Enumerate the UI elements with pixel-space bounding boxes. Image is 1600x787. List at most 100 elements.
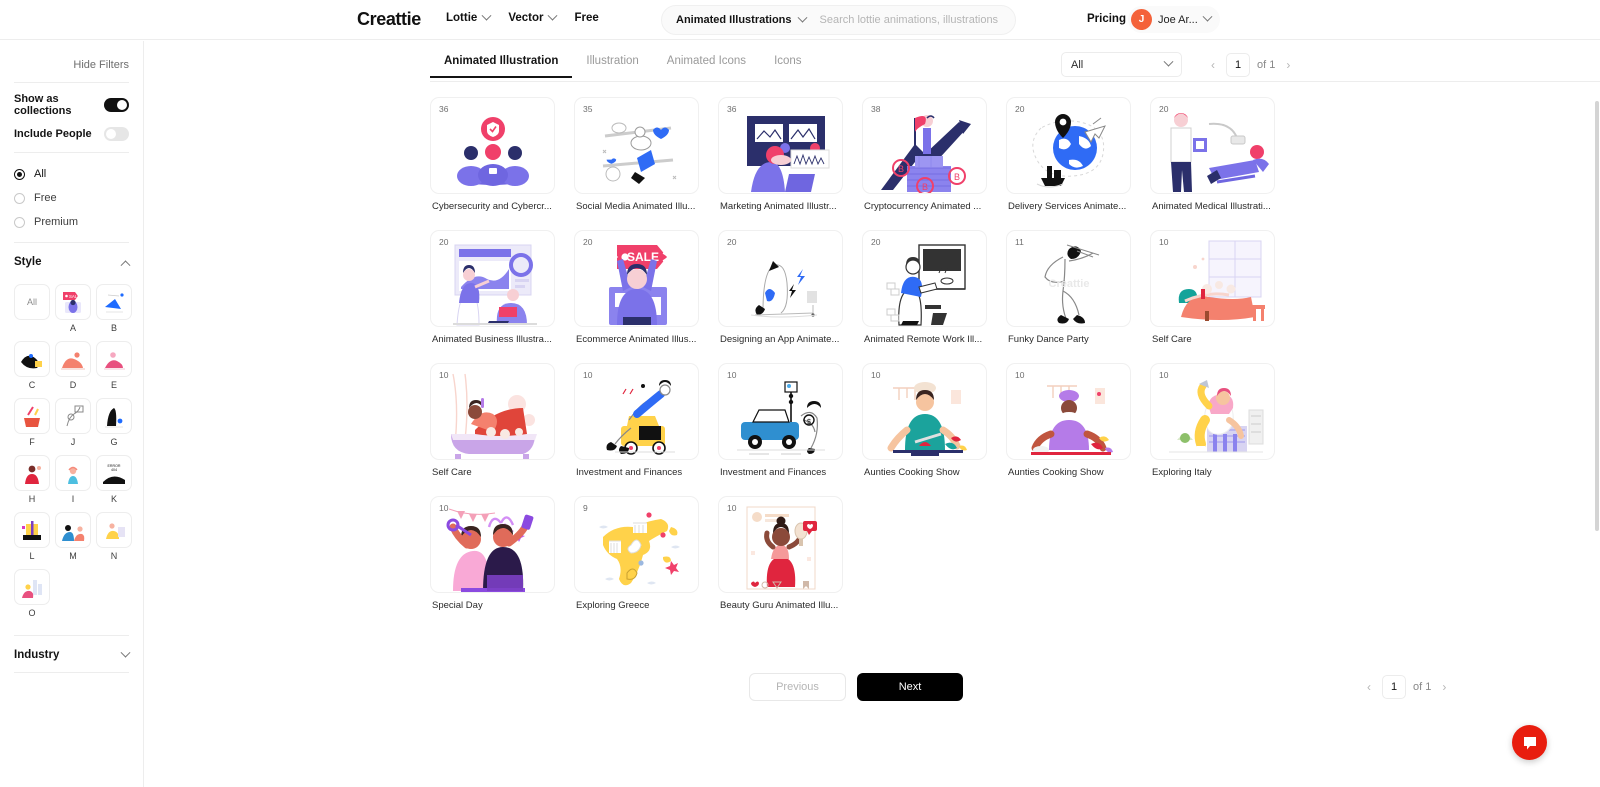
search-bar[interactable]: Animated Illustrations — [661, 5, 1016, 35]
card-thumbnail[interactable]: 10 — [718, 496, 843, 593]
card-thumbnail[interactable]: 9 — [574, 496, 699, 593]
collection-card[interactable]: 11 Creattie Funky Dance Party — [1006, 230, 1131, 345]
collection-card[interactable]: 36 Marketing Animated Illustr... — [718, 97, 843, 212]
previous-button[interactable]: Previous — [749, 673, 846, 701]
collection-card[interactable]: 20 Animated Medical Illustrati... — [1150, 97, 1275, 212]
nav-item-vector[interactable]: Vector — [508, 10, 558, 24]
card-thumbnail[interactable]: 20 — [718, 230, 843, 327]
style-letter: F — [29, 437, 35, 447]
card-thumbnail[interactable]: 11 Creattie — [1006, 230, 1131, 327]
collection-card[interactable]: 10 — [430, 363, 555, 478]
hide-filters-button[interactable]: Hide Filters — [14, 41, 129, 82]
style-option-i[interactable]: I — [55, 455, 91, 509]
toggle-include-people[interactable]: Include People — [14, 117, 129, 141]
nav-item-lottie[interactable]: Lottie — [446, 10, 492, 24]
brand-logo[interactable]: Creattie — [357, 9, 421, 30]
style-option-k[interactable]: ERROR 404 K — [96, 455, 132, 509]
toggle-show-as-collections[interactable]: Show as collections — [14, 83, 129, 117]
collection-card[interactable]: 20 — [430, 230, 555, 345]
industry-section-header[interactable]: Industry — [14, 636, 131, 672]
style-section-header[interactable]: Style — [14, 243, 131, 279]
card-thumbnail[interactable]: 10 — [1150, 363, 1275, 460]
collection-card[interactable]: 10 — [574, 363, 699, 478]
card-thumbnail[interactable]: 10 — [574, 363, 699, 460]
style-option-g[interactable]: G — [96, 398, 132, 452]
card-thumbnail[interactable]: 20 SALE — [574, 230, 699, 327]
style-option-d[interactable]: D — [55, 341, 91, 395]
card-thumbnail[interactable]: 20 — [1150, 97, 1275, 194]
collection-card[interactable]: 20 Delivery Services Animate... — [1006, 97, 1131, 212]
chevron-left-icon[interactable]: ‹ — [1207, 59, 1219, 71]
style-option-e[interactable]: E — [96, 341, 132, 395]
account-menu[interactable]: J Joe Ar... — [1128, 6, 1220, 33]
collection-card[interactable]: 10 — [718, 496, 843, 611]
card-thumbnail[interactable]: 38 B B B — [862, 97, 987, 194]
include-people-switch[interactable] — [104, 127, 129, 141]
card-thumbnail[interactable]: 20 — [430, 230, 555, 327]
card-thumbnail[interactable]: 10 $ — [718, 363, 843, 460]
next-button[interactable]: Next — [857, 673, 963, 701]
style-option-l[interactable]: L — [14, 512, 50, 566]
page-total-label: of 1 — [1257, 59, 1276, 71]
style-option-f[interactable]: F — [14, 398, 50, 452]
page-scrollbar[interactable] — [1594, 41, 1600, 787]
style-option-c[interactable]: C — [14, 341, 50, 395]
style-option-m[interactable]: M — [55, 512, 91, 566]
pricing-link[interactable]: Pricing — [1087, 13, 1126, 25]
style-thumb — [55, 512, 91, 548]
chevron-left-icon[interactable]: ‹ — [1363, 681, 1375, 693]
collection-card[interactable]: 20 — [862, 230, 987, 345]
search-input[interactable] — [819, 14, 1001, 26]
collection-card[interactable]: 9 Exploring Greece — [574, 496, 699, 611]
style-option-a[interactable]: SALE A — [55, 284, 91, 338]
radio-option-free[interactable]: Free — [14, 186, 129, 210]
page-number-input[interactable]: 1 — [1382, 675, 1406, 699]
collection-card[interactable]: 10 — [430, 496, 555, 611]
scrollbar-thumb[interactable] — [1595, 101, 1599, 531]
collection-card[interactable]: 10 — [1150, 363, 1275, 478]
radio-option-all[interactable]: All — [14, 162, 129, 186]
style-option-all[interactable]: All — [14, 284, 50, 338]
card-thumbnail[interactable]: 20 — [1006, 97, 1131, 194]
style-option-o[interactable]: O — [14, 569, 50, 623]
chevron-right-icon[interactable]: › — [1438, 681, 1450, 693]
cooking-show-illustration — [887, 382, 967, 456]
card-thumbnail[interactable]: 36 — [430, 97, 555, 194]
collection-card[interactable]: 36 Cybersecurity and Cybercr... — [430, 97, 555, 212]
card-thumbnail[interactable]: 35 — [574, 97, 699, 194]
radio-option-premium[interactable]: Premium — [14, 210, 129, 234]
card-thumbnail[interactable]: 10 — [862, 363, 987, 460]
card-thumbnail[interactable]: 10 — [430, 496, 555, 593]
tab-animated-illustration[interactable]: Animated Illustration — [430, 55, 573, 78]
show-as-collections-switch[interactable] — [104, 98, 129, 112]
tab-illustration[interactable]: Illustration — [572, 55, 652, 78]
sort-filter-select[interactable]: All — [1061, 52, 1182, 77]
card-thumbnail[interactable]: 10 — [430, 363, 555, 460]
search-category-dropdown[interactable]: Animated Illustrations — [676, 12, 807, 26]
content-type-tabs: Animated Illustration Illustration Anima… — [430, 55, 816, 78]
collection-card[interactable]: 38 B B B Cryptocurrency Animated ... — [862, 97, 987, 212]
collection-card[interactable]: 10 — [1006, 363, 1131, 478]
page-number-input[interactable]: 1 — [1226, 53, 1250, 77]
style-option-b[interactable]: B — [96, 284, 132, 338]
collection-card[interactable]: 35 Social Media Animated Illu... — [574, 97, 699, 212]
beauty-guru-illustration — [746, 506, 817, 590]
collection-card[interactable]: 10 $ Investment and Finances — [718, 363, 843, 478]
collection-card[interactable]: 10 — [862, 363, 987, 478]
tab-icons[interactable]: Icons — [760, 55, 816, 78]
chat-support-button[interactable] — [1512, 725, 1547, 760]
cooking-show-purple-illustration — [1031, 385, 1113, 455]
card-thumbnail[interactable]: 10 — [1006, 363, 1131, 460]
collection-card[interactable]: 20 SALE Ecommerce Animated Illus... — [574, 230, 699, 345]
style-option-n[interactable]: N — [96, 512, 132, 566]
chevron-right-icon[interactable]: › — [1282, 59, 1294, 71]
card-thumbnail[interactable]: 20 — [862, 230, 987, 327]
collection-card[interactable]: 20 Designing an App Animate... — [718, 230, 843, 345]
card-thumbnail[interactable]: 10 — [1150, 230, 1275, 327]
card-thumbnail[interactable]: 36 — [718, 97, 843, 194]
tab-animated-icons[interactable]: Animated Icons — [653, 55, 760, 78]
style-option-j[interactable]: J — [55, 398, 91, 452]
collection-card[interactable]: 10 Self Care — [1150, 230, 1275, 345]
nav-item-free[interactable]: Free — [574, 12, 598, 24]
style-option-h[interactable]: H — [14, 455, 50, 509]
